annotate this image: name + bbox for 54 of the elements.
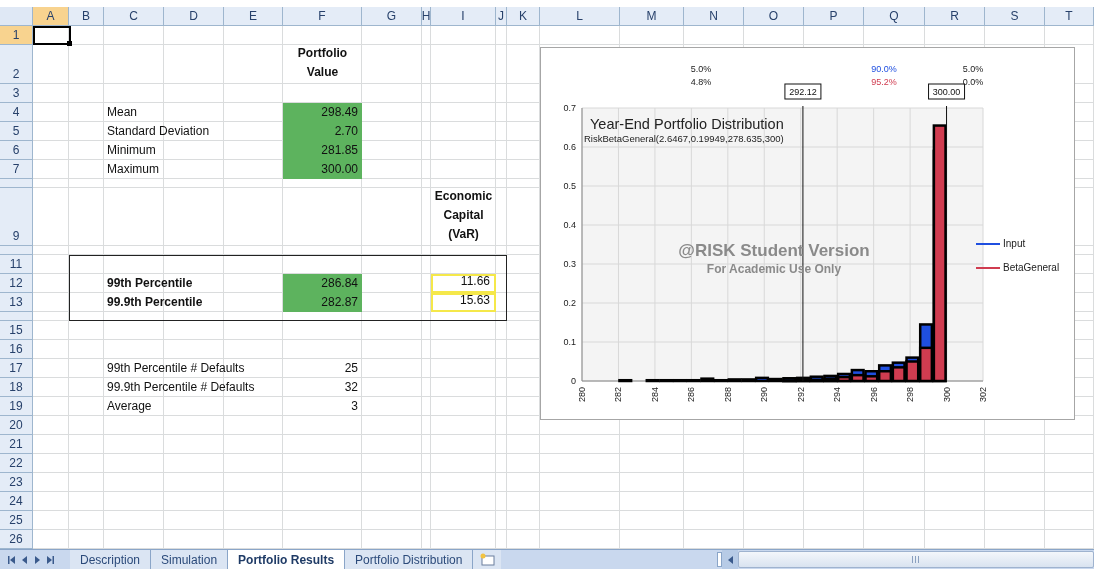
highlighted-cell: 298.49	[283, 103, 362, 122]
outlined-cell: 11.66	[431, 274, 496, 293]
y-tick-label: 0.1	[563, 337, 576, 347]
x-tick-label: 286	[686, 387, 697, 403]
legend-label: BetaGeneral	[1003, 262, 1060, 273]
highlighted-cell: 286.84	[283, 274, 362, 293]
highlighted-cell: 300.00	[283, 160, 362, 179]
chart-title: Year-End Portfolio Distribution	[590, 116, 784, 132]
y-tick-label: 0.7	[563, 103, 576, 113]
column-heading: Economic Capital (VaR)	[434, 188, 493, 243]
percentile-label: 5.0%	[962, 64, 984, 74]
cell-label: Minimum	[107, 142, 156, 159]
x-tick-label: 284	[649, 387, 660, 403]
x-tick-label: 290	[759, 387, 770, 403]
y-tick-label: 0.2	[563, 298, 576, 308]
percentile-label: 0.0%	[962, 77, 984, 87]
x-tick-label: 298	[905, 387, 916, 403]
percentile-label: 5.0%	[690, 64, 712, 74]
percentile-label: 4.8%	[690, 77, 712, 87]
y-tick-label: 0.5	[563, 181, 576, 191]
outlined-cell: 15.63	[431, 293, 496, 312]
cell-label: Standard Deviation	[107, 123, 210, 140]
highlighted-cell: 281.85	[283, 141, 362, 160]
x-tick-label: 280	[577, 387, 587, 403]
x-tick-label: 296	[868, 387, 879, 403]
percentile-label: 95.2%	[871, 77, 897, 87]
x-tick-label: 282	[613, 387, 624, 403]
marker-label: 292.12	[789, 87, 817, 97]
cell-value: 25	[344, 360, 358, 377]
x-tick-label: 294	[832, 387, 843, 403]
chart-subtitle: RiskBetaGeneral(2.6467,0.19949,278.635,300)	[584, 133, 784, 144]
cell-label: Mean	[107, 104, 138, 121]
y-tick-label: 0.4	[563, 220, 576, 230]
marker-label: 300.00	[932, 87, 961, 97]
x-tick-label: 302	[978, 387, 988, 403]
percentile-label: 90.0%	[871, 64, 897, 74]
y-tick-label: 0	[571, 376, 576, 386]
y-tick-label: 0.6	[563, 142, 576, 152]
highlighted-cell: 282.87	[283, 293, 362, 312]
column-heading: Portfolio Value	[296, 45, 349, 81]
cell-value: 3	[351, 398, 358, 415]
y-tick-label: 0.3	[563, 259, 576, 269]
cell-label: 99.9th Percentile	[107, 294, 203, 311]
x-tick-label: 292	[795, 387, 806, 403]
cell-value: 32	[344, 379, 358, 396]
legend-label: Input	[1003, 238, 1026, 249]
highlighted-cell: 2.70	[283, 122, 362, 141]
cell-label: Maximum	[107, 161, 159, 178]
cell-label: 99th Percentile	[107, 275, 193, 292]
cell-label: 99th Percentile # Defaults	[107, 360, 245, 377]
x-tick-label: 288	[722, 387, 733, 403]
cell-label: Average	[107, 398, 152, 415]
cell-label: 99.9th Percentile # Defaults	[107, 379, 255, 396]
x-tick-label: 300	[941, 387, 952, 403]
